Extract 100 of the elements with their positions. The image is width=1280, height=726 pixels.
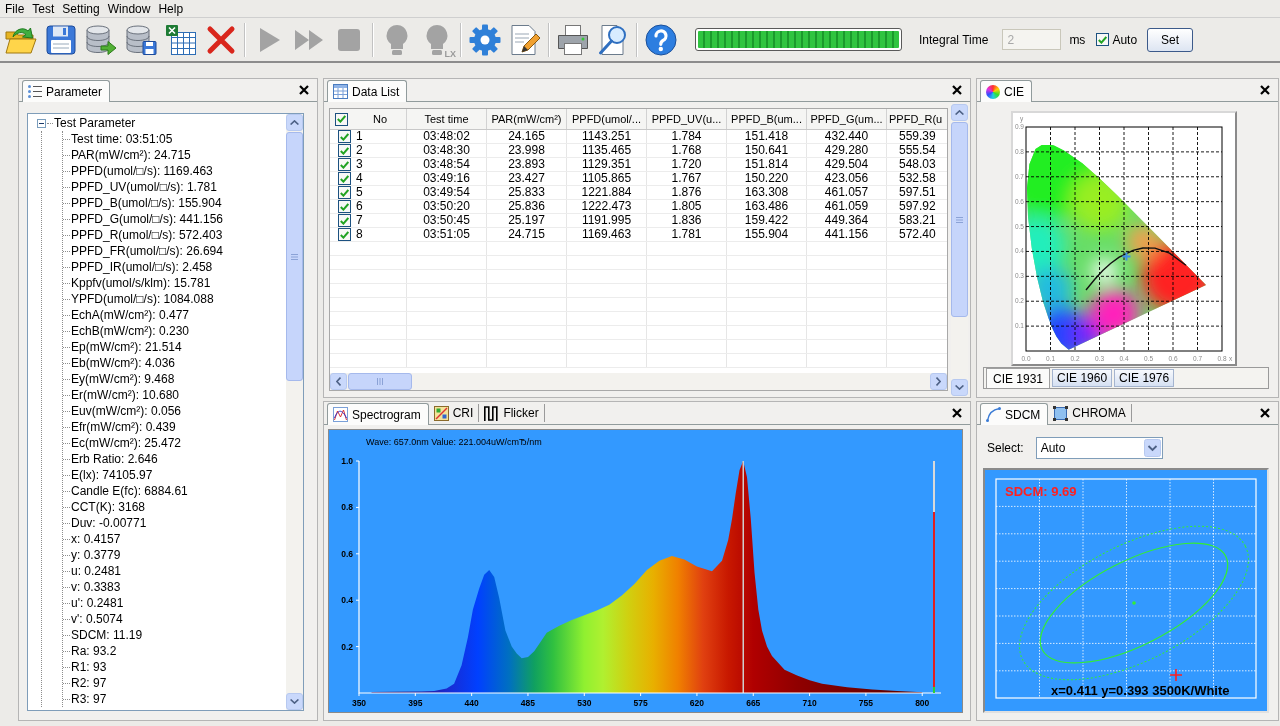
close-icon[interactable] [952,85,962,95]
tree-item[interactable]: y: 0.3779 [71,547,121,563]
scroll-up-button[interactable] [951,104,968,121]
tree-item[interactable]: PAR(mW/cm²): 24.715 [71,147,191,163]
scroll-left-button[interactable] [330,373,347,390]
tree-item[interactable]: PPFD(umol/□/s): 1169.463 [71,163,213,179]
close-icon[interactable] [1260,85,1270,95]
tab[interactable]: CHROMA [1048,404,1132,422]
tab[interactable]: Spectrogram [327,403,429,425]
checkbox[interactable] [1096,33,1110,46]
vertical-scrollbar[interactable] [286,114,303,710]
checkbox[interactable] [338,200,351,213]
column-header[interactable]: PPFD_UV(u... [651,110,722,128]
table-cell: 25.197 [508,214,545,227]
horizontal-scrollbar[interactable] [330,373,947,390]
checkbox[interactable] [338,144,351,157]
tree-item[interactable]: PPFD_B(umol/□/s): 155.904 [71,195,222,211]
tree-item[interactable]: Test Parameter [54,115,136,131]
scroll-right-button[interactable] [930,373,947,390]
menu-item[interactable]: Setting [58,0,104,18]
menu-item[interactable]: Help [154,0,188,18]
tree-item[interactable]: Kppfv(umol/s/klm): 15.781 [71,275,211,291]
tab[interactable]: Data List [327,80,408,102]
vertical-scrollbar[interactable] [951,104,968,396]
checkbox-label[interactable]: Auto [1112,30,1138,49]
cross-icon [205,23,237,56]
tree-item[interactable]: PPFD_G(umol/□/s): 441.156 [71,211,223,227]
tree-item[interactable]: Ep(mW/cm²): 21.514 [71,339,182,355]
scrollbar-thumb[interactable] [286,132,303,381]
tree-item[interactable]: u: 0.2481 [71,563,122,579]
scroll-down-button[interactable] [286,693,303,710]
menu-item[interactable]: File [1,0,29,18]
close-icon[interactable] [1260,408,1270,418]
tree-item[interactable]: PPFD_R(umol/□/s): 572.403 [71,227,223,243]
tab[interactable]: Parameter [22,80,111,102]
tree-item[interactable]: PPFD_IR(umol/□/s): 2.458 [71,259,213,275]
checkbox[interactable] [338,214,351,227]
checkbox[interactable] [338,158,351,171]
column-header[interactable]: PAR(mW/cm²) [491,110,562,128]
checkbox[interactable] [338,228,351,241]
column-header[interactable]: PPFD_B(um... [731,110,802,128]
tree-item[interactable]: Efr(mW/cm²): 0.439 [71,419,176,435]
column-header[interactable]: PPFD_G(um... [810,110,883,128]
scroll-down-button[interactable] [951,379,968,396]
tree-item[interactable]: Erb Ratio: 2.646 [71,451,158,467]
tab[interactable]: CIE 1976 [1114,369,1175,387]
axis-tick-label: 0.8 [341,502,353,513]
scroll-up-button[interactable] [286,114,303,131]
tab[interactable]: CIE 1960 [1052,369,1113,387]
tree-item[interactable]: Candle E(fc): 6884.61 [71,483,188,499]
tree-item[interactable]: u': 0.2481 [71,595,124,611]
tree-item[interactable]: CCT(K): 3168 [71,499,146,515]
axis-tick-label: 710 [802,698,817,708]
table-cell: 24.715 [508,228,545,241]
tree-item[interactable]: EchA(mW/cm²): 0.477 [71,307,190,323]
tab[interactable]: CRI [428,404,480,422]
tab[interactable]: Flicker [479,404,545,422]
checkbox[interactable] [338,172,351,185]
tree-item[interactable]: v': 0.5074 [71,611,123,627]
column-header[interactable]: PPFD_R(u [889,110,943,128]
tree-item[interactable]: Eb(mW/cm²): 4.036 [71,355,175,371]
tree-item[interactable]: Er(mW/cm²): 10.680 [71,387,179,403]
chevron-down-icon [955,385,964,390]
select-dropdown[interactable]: Auto [1035,437,1163,459]
close-icon[interactable] [299,85,309,95]
tree-item[interactable]: YPFD(umol/□/s): 1084.088 [71,291,214,307]
tree-item[interactable]: Test time: 03:51:05 [71,131,173,147]
scrollbar-thumb[interactable] [951,122,968,317]
tab[interactable]: CIE [980,80,1032,102]
tree-item[interactable]: Ey(mW/cm²): 9.468 [71,371,175,387]
tree-item[interactable]: SDCM: 11.19 [71,627,143,643]
checkbox[interactable] [335,112,348,126]
tree-item[interactable]: PPFD_FR(umol/□/s): 26.694 [71,243,223,259]
collapse-icon[interactable] [37,118,46,128]
column-header[interactable]: Test time [424,110,469,128]
tree-item[interactable]: x: 0.4157 [71,531,121,547]
checkbox[interactable] [338,186,351,199]
column-header[interactable]: No [373,110,388,128]
tree-item[interactable]: R2: 97 [71,675,107,691]
close-icon[interactable] [952,408,962,418]
tree-item[interactable]: Ra: 93.2 [71,643,117,659]
tree-item[interactable]: R1: 93 [71,659,107,675]
set-button[interactable]: Set [1147,27,1194,52]
tree-item[interactable]: EchB(mW/cm²): 0.230 [71,323,190,339]
tree-item[interactable]: Euv(mW/cm²): 0.056 [71,403,181,419]
tree-item[interactable]: PPFD_UV(umol/□/s): 1.781 [71,179,217,195]
column-header[interactable]: PPFD(umol/... [571,110,642,128]
tab[interactable]: SDCM [980,403,1049,425]
sdcm-value: SDCM: 9.69 [1005,484,1077,499]
menu-item[interactable]: Window [103,0,155,18]
menu-item[interactable]: Test [28,0,59,18]
checkbox[interactable] [338,130,351,143]
tree-item[interactable]: Ec(mW/cm²): 25.472 [71,435,181,451]
tree-item[interactable]: Duv: -0.00771 [71,515,147,531]
tree-item[interactable]: v: 0.3383 [71,579,121,595]
tree-item[interactable]: E(lx): 74105.97 [71,467,153,483]
scrollbar-thumb[interactable] [348,373,412,390]
database-arrow-icon [85,23,117,56]
tab[interactable]: CIE 1931 [986,368,1051,388]
tree-item[interactable]: R3: 97 [71,691,107,707]
